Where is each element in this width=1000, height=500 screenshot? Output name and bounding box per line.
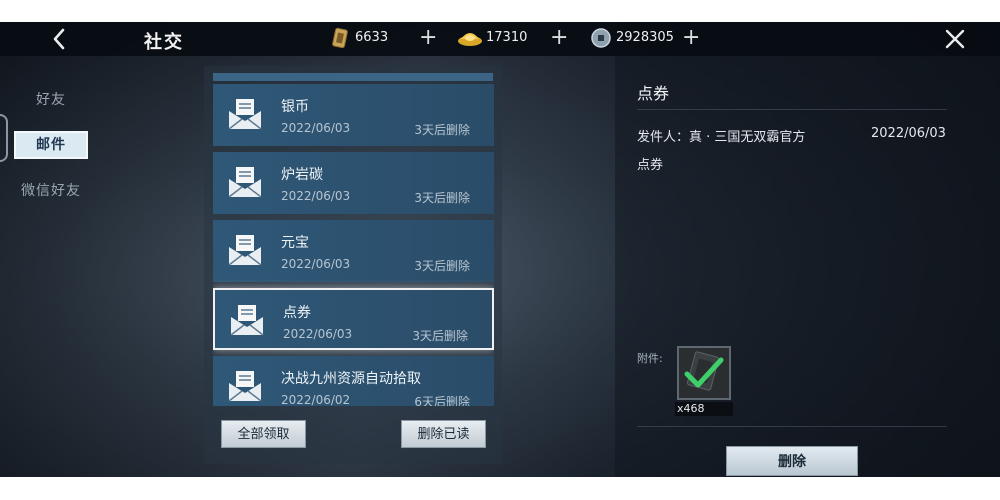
attachment-item[interactable] — [677, 346, 731, 400]
sender: 发件人：真 · 三国无双霸官方 — [637, 130, 806, 145]
mail-date: 2022/06/02 — [281, 393, 351, 406]
close-button[interactable] — [943, 27, 967, 51]
voucher-item-icon — [684, 351, 724, 391]
currency-value: 17310 — [486, 30, 528, 45]
currency-value: 2928305 — [616, 30, 674, 45]
top-bar: 社交 6633 + 17310 + 2928305 + — [0, 22, 1000, 56]
delete-read-button[interactable]: 删除已读 — [401, 420, 486, 448]
mail-item[interactable]: 炉岩碳 2022/06/03 3天后删除 — [213, 152, 494, 214]
add-currency-button[interactable]: + — [682, 25, 700, 51]
mail-list[interactable]: 银币 2022/06/03 3天后删除 炉岩碳 2022/06/03 3天后删除 — [213, 84, 494, 406]
mail-date: 2022/06/03 — [281, 121, 351, 135]
coin-icon — [591, 28, 611, 48]
attachment-count: x468 — [675, 402, 733, 416]
mail-date: 2022/06/03 — [283, 327, 353, 341]
tab-indicator — [0, 114, 8, 162]
add-currency-button[interactable]: + — [419, 25, 437, 51]
tab-mail[interactable]: 邮件 — [14, 131, 88, 159]
mail-expire: 3天后删除 — [414, 191, 470, 205]
mail-date: 2022/06/03 — [281, 257, 351, 271]
tab-friends[interactable]: 好友 — [14, 86, 88, 114]
attachment-label: 附件: — [637, 352, 663, 365]
delete-button[interactable]: 删除 — [726, 446, 858, 476]
mail-detail-panel: 点券 发件人：真 · 三国无双霸官方 2022/06/03 点券 附件: x46… — [615, 56, 1000, 477]
currency-value: 6633 — [355, 30, 389, 45]
mail-subject: 银币 — [281, 99, 309, 115]
envelope-icon — [228, 235, 262, 266]
page-title: 社交 — [144, 32, 184, 53]
list-top-strip — [213, 73, 493, 81]
chevron-left-icon — [53, 28, 65, 50]
mail-subject: 炉岩碳 — [281, 167, 323, 183]
detail-date: 2022/06/03 — [871, 126, 946, 141]
back-button[interactable] — [48, 26, 72, 52]
tab-wechat-friends[interactable]: 微信好友 — [14, 177, 88, 205]
divider — [637, 109, 947, 110]
mail-item-selected[interactable]: 点券 2022/06/03 3天后删除 — [213, 288, 494, 350]
add-currency-button[interactable]: + — [550, 25, 568, 51]
game-screen: 社交 6633 + 17310 + 2928305 + 好友 邮件 微信好友 银… — [0, 22, 1000, 477]
mail-expire: 3天后删除 — [414, 123, 470, 137]
detail-body: 点券 — [637, 158, 664, 173]
mail-expire: 3天后删除 — [412, 329, 468, 343]
mail-subject: 元宝 — [281, 235, 309, 251]
divider — [637, 426, 947, 427]
gold-ticket-icon — [332, 27, 348, 49]
envelope-icon — [230, 305, 264, 336]
mail-item[interactable]: 决战九州资源自动拾取 2022/06/02 6天后删除 — [213, 356, 494, 406]
mail-date: 2022/06/03 — [281, 189, 351, 203]
close-icon — [945, 29, 965, 49]
gold-ingot-icon — [458, 33, 482, 46]
mail-subject: 点券 — [283, 305, 311, 321]
mail-list-panel: 银币 2022/06/03 3天后删除 炉岩碳 2022/06/03 3天后删除 — [204, 66, 502, 464]
detail-title: 点券 — [637, 84, 670, 103]
mail-subject: 决战九州资源自动拾取 — [281, 371, 421, 387]
claim-all-button[interactable]: 全部领取 — [221, 420, 306, 448]
mail-item[interactable]: 银币 2022/06/03 3天后删除 — [213, 84, 494, 146]
envelope-icon — [228, 371, 262, 402]
mail-item[interactable]: 元宝 2022/06/03 3天后删除 — [213, 220, 494, 282]
envelope-icon — [228, 167, 262, 198]
envelope-icon — [228, 99, 262, 130]
mail-expire: 3天后删除 — [414, 259, 470, 273]
mail-expire: 6天后删除 — [414, 395, 470, 406]
